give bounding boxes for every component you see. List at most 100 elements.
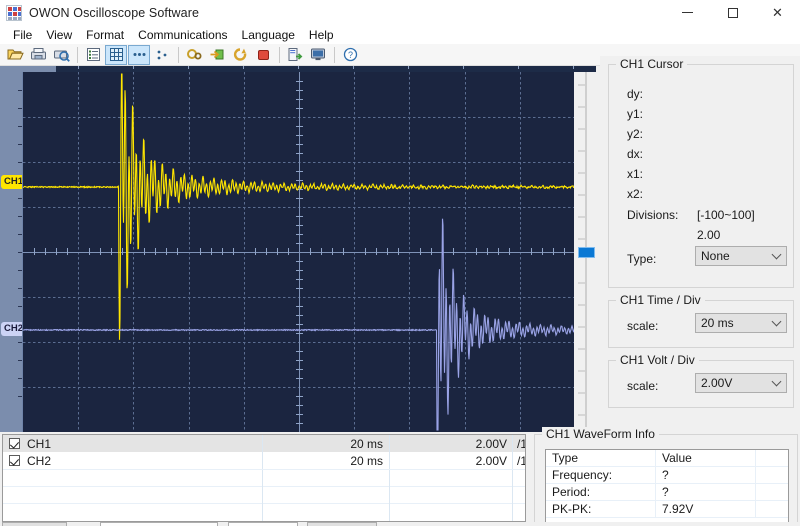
ch1-volt-div-group: CH1 Volt / Div scale: 2.00V — [608, 353, 794, 408]
refresh-icon[interactable] — [229, 45, 251, 65]
oscilloscope-display: CH1 CH2 — [0, 66, 596, 432]
header-value: Value — [656, 450, 756, 467]
channel-offset-bar[interactable]: CH1 CH2 — [0, 72, 32, 432]
display-icon[interactable] — [307, 45, 329, 65]
table-row: PK-PK: 7.92V — [546, 500, 788, 518]
menu-communications[interactable]: Communications — [131, 27, 234, 44]
close-button[interactable]: ✕ — [755, 0, 800, 26]
divisions-label: Divisions: — [627, 208, 679, 222]
channel-checkbox[interactable] — [9, 438, 20, 449]
menu-file[interactable]: File — [6, 27, 39, 44]
table-row: Period: ? — [546, 483, 788, 501]
window-title: OWON Oscilloscope Software — [29, 5, 200, 20]
settings-gear-icon[interactable] — [183, 45, 205, 65]
table-row: Frequency: ? — [546, 466, 788, 484]
table-row[interactable]: CH1 20 ms 2.00V /1.0 — [3, 435, 525, 452]
channel-name: CH1 — [27, 436, 52, 451]
channel-time-cell: 20 ms — [263, 452, 390, 469]
frequency-label: Frequency: — [546, 466, 656, 484]
channel-probe-cell: /1.0 — [512, 435, 525, 452]
toolbar-separator — [334, 46, 335, 63]
ch1-cursor-title: CH1 Cursor — [616, 57, 688, 71]
bottom-button-strip — [0, 522, 800, 526]
table-row[interactable] — [3, 469, 525, 487]
ch1-cursor-group: CH1 Cursor dy: y1: y2: dx: x1: x2: Divis… — [608, 57, 794, 288]
channel-name-cell: CH2 — [3, 452, 263, 469]
table-row[interactable]: CH2 20 ms 2.00V /1.0 — [3, 452, 525, 469]
menu-view[interactable]: View — [39, 27, 79, 44]
open-icon[interactable] — [4, 45, 26, 65]
pkpk-value: 7.92V — [656, 500, 756, 518]
ch2-marker-label: CH2 — [4, 323, 24, 335]
cursor-type-value: None — [701, 249, 730, 263]
right-control-panel: CH1 Cursor dy: y1: y2: dx: x1: x2: Divis… — [600, 56, 800, 432]
channel-list-table[interactable]: CH1 20 ms 2.00V /1.0 CH2 20 ms 2.00V /1.… — [2, 434, 526, 522]
scatter-view-icon[interactable] — [151, 45, 173, 65]
dots-view-icon[interactable] — [128, 44, 150, 65]
vertical-position-slider[interactable] — [576, 72, 596, 432]
vertical-position-thumb[interactable] — [578, 247, 595, 258]
channel-probe-cell: /1.0 — [512, 452, 525, 469]
ch1-waveform-info-group: CH1 WaveForm Info Type Value Frequency: … — [534, 427, 798, 526]
toolbar-separator — [279, 46, 280, 63]
pkpk-label: PK-PK: — [546, 500, 656, 518]
table-row[interactable] — [3, 486, 525, 504]
grid-view-icon[interactable] — [105, 44, 127, 65]
chevron-down-icon — [771, 376, 782, 387]
time-div-scale-label: scale: — [627, 319, 659, 333]
table-header-row: Type Value — [546, 450, 788, 467]
period-label: Period: — [546, 483, 656, 501]
frequency-value: ? — [656, 466, 756, 484]
stop-record-icon[interactable] — [252, 45, 274, 65]
svg-text:?: ? — [347, 50, 352, 60]
volt-div-value: 2.00V — [701, 376, 733, 390]
ch1-marker-label: CH1 — [4, 176, 24, 188]
table-row[interactable] — [3, 503, 525, 521]
toolbar-separator — [77, 46, 78, 63]
list-view-icon[interactable] — [82, 45, 104, 65]
waveform-traces — [23, 73, 574, 431]
application-window: OWON Oscilloscope Software ✕ File View F… — [0, 0, 800, 526]
channel-volt-cell: 2.00V — [475, 453, 507, 468]
ch1-time-div-group: CH1 Time / Div scale: 20 ms — [608, 293, 794, 348]
toolbar-separator — [178, 46, 179, 63]
save-icon[interactable] — [27, 45, 49, 65]
title-bar: OWON Oscilloscope Software ✕ — [0, 0, 800, 26]
bottom-field-1[interactable] — [100, 522, 218, 526]
waveform-grid[interactable] — [22, 72, 574, 432]
volt-div-title: CH1 Volt / Div — [616, 353, 699, 367]
header-type: Type — [546, 450, 656, 467]
cursor-y2-label: y2: — [627, 127, 644, 141]
channel-checkbox[interactable] — [9, 455, 20, 466]
chevron-down-icon — [771, 249, 782, 260]
volt-div-select[interactable]: 2.00V — [695, 373, 787, 393]
help-icon[interactable]: ? — [339, 45, 361, 65]
ch1-trace — [23, 73, 574, 340]
time-div-title: CH1 Time / Div — [616, 293, 705, 307]
bottom-button-2[interactable] — [307, 522, 377, 526]
cursor-dy-label: dy: — [627, 87, 644, 101]
channel-time-cell: 20 ms — [263, 435, 390, 452]
export-icon[interactable] — [284, 45, 306, 65]
menu-help[interactable]: Help — [302, 27, 341, 44]
channel-name: CH2 — [27, 453, 52, 468]
bottom-button-1[interactable] — [2, 522, 67, 526]
cursor-type-select[interactable]: None — [695, 246, 787, 266]
connect-icon[interactable] — [206, 45, 228, 65]
menu-language[interactable]: Language — [235, 27, 302, 44]
ch2-trace — [23, 218, 574, 431]
app-icon — [6, 4, 22, 21]
cursor-dx-label: dx: — [627, 147, 644, 161]
volt-div-scale-label: scale: — [627, 379, 659, 393]
bottom-field-2[interactable] — [228, 522, 298, 526]
window-controls: ✕ — [665, 0, 800, 26]
minimize-button[interactable] — [665, 0, 710, 26]
chevron-down-icon — [771, 316, 782, 327]
time-div-select[interactable]: 20 ms — [695, 313, 787, 333]
channel-name-cell: CH1 — [3, 435, 263, 452]
divisions-value[interactable]: 2.00 — [697, 228, 720, 242]
print-preview-icon[interactable] — [50, 45, 72, 65]
menu-format[interactable]: Format — [79, 27, 131, 44]
maximize-button[interactable] — [710, 0, 755, 26]
waveform-info-table[interactable]: Type Value Frequency: ? Period: ? PK-PK:… — [545, 449, 789, 525]
